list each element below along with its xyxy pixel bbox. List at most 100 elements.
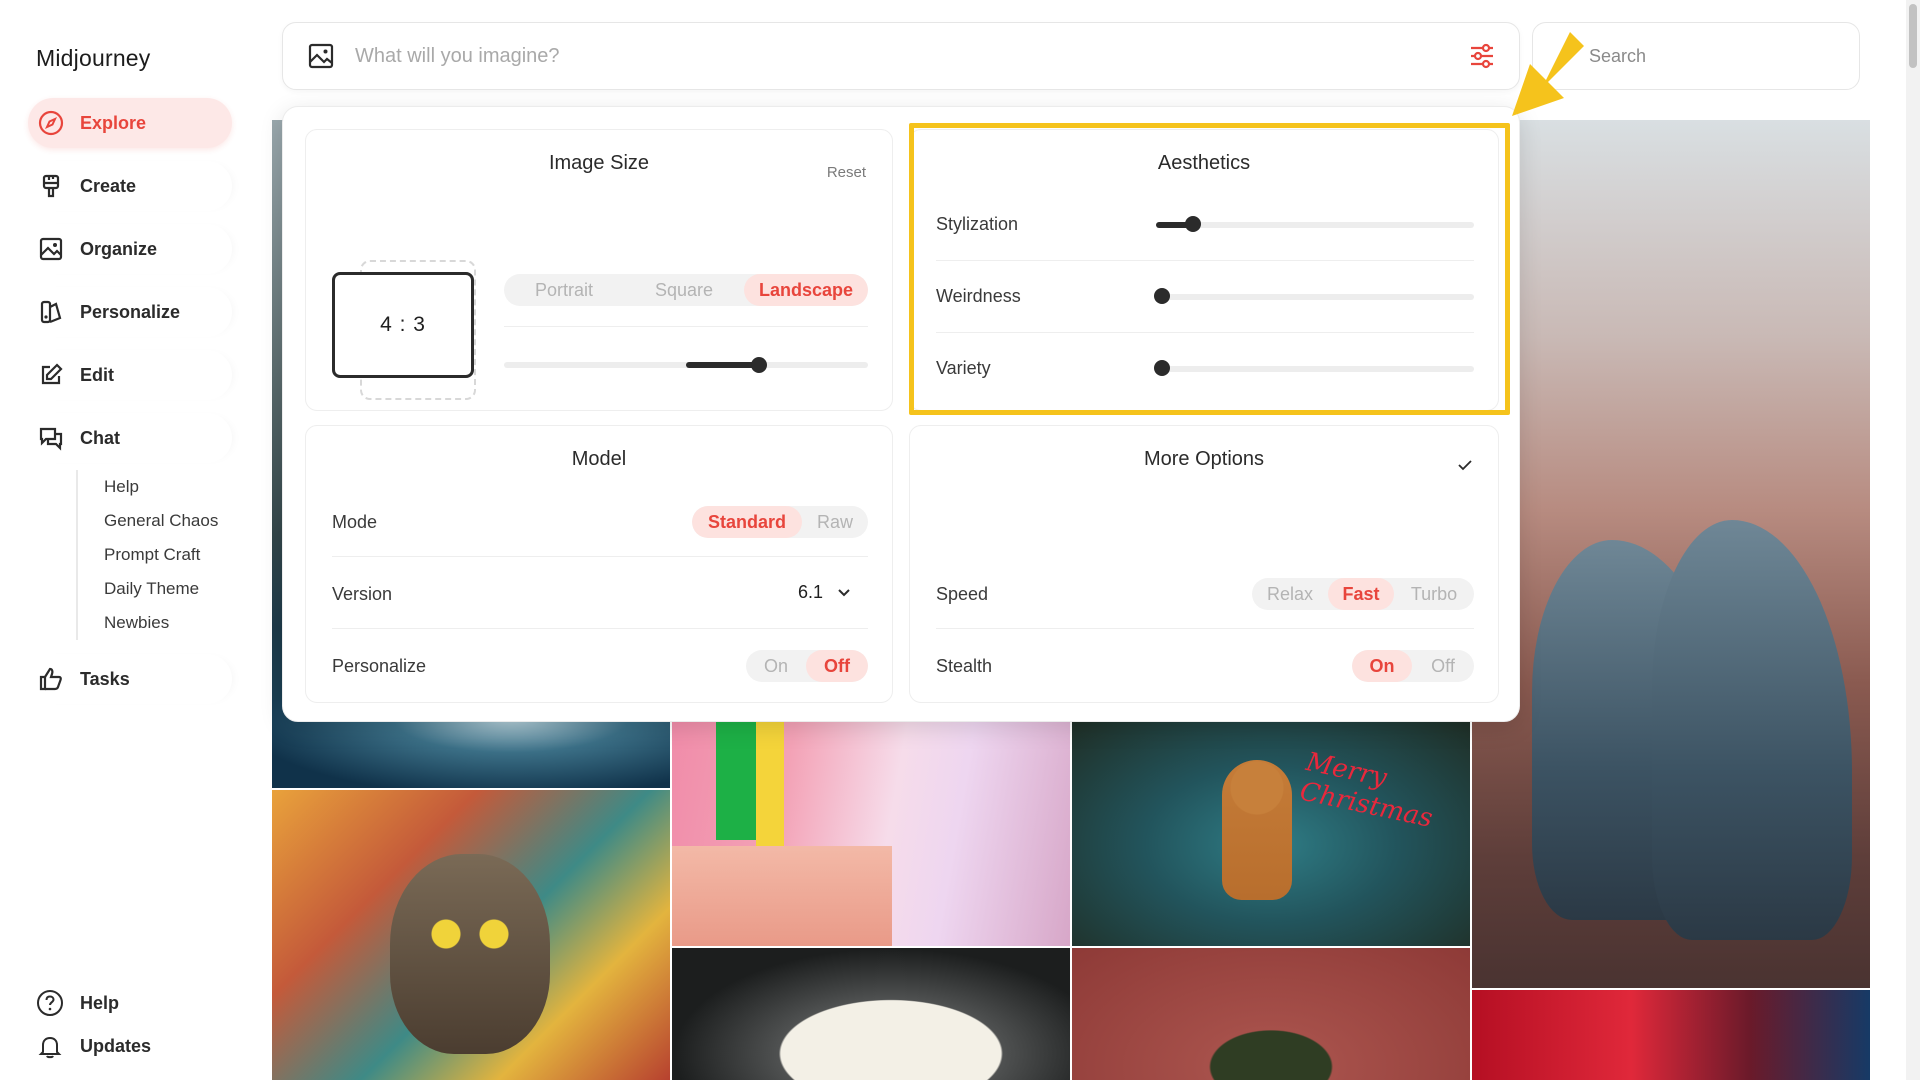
version-label: Version bbox=[332, 584, 393, 604]
orientation-square[interactable]: Square bbox=[624, 274, 744, 306]
orientation-landscape[interactable]: Landscape bbox=[744, 274, 868, 306]
personalize-label: Personalize bbox=[332, 656, 427, 676]
orientation-toggle: Portrait Square Landscape bbox=[504, 274, 868, 306]
wolf-shape bbox=[1652, 520, 1852, 940]
sidebar-item-create[interactable]: Create bbox=[28, 161, 232, 211]
stealth-label: Stealth bbox=[936, 656, 993, 676]
divider bbox=[936, 332, 1474, 333]
sidebar-item-personalize[interactable]: Personalize bbox=[28, 287, 232, 337]
chat-channel-prompt-craft[interactable]: Prompt Craft bbox=[104, 538, 232, 572]
sidebar-item-label: Edit bbox=[80, 364, 114, 385]
sidebar: Midjourney Explore Create Organize Perso… bbox=[0, 0, 272, 1080]
personalize-on[interactable]: On bbox=[746, 650, 806, 682]
sidebar-item-label: Personalize bbox=[80, 301, 181, 322]
divider bbox=[936, 260, 1474, 261]
model-card: Model Mode Standard Raw Version 6.1 Pers… bbox=[305, 425, 893, 703]
variety-slider-track[interactable] bbox=[1156, 366, 1474, 372]
sidebar-item-label: Organize bbox=[80, 238, 158, 259]
chat-channel-newbies[interactable]: Newbies bbox=[104, 606, 232, 640]
image-icon bbox=[38, 236, 64, 262]
ratio-preview: 4 : 3 bbox=[332, 272, 474, 378]
version-select[interactable]: 6.1 bbox=[798, 582, 823, 603]
tile-detail bbox=[716, 720, 756, 840]
aesthetics-card: Aesthetics Stylization Weirdness Variety bbox=[909, 129, 1499, 411]
sidebar-item-chat[interactable]: Chat bbox=[28, 413, 232, 463]
sidebar-item-tasks[interactable]: Tasks bbox=[28, 654, 232, 704]
weirdness-label: Weirdness bbox=[936, 286, 1021, 306]
sidebar-nav: Explore Create Organize Personalize Edit bbox=[28, 98, 232, 704]
search-box bbox=[1532, 22, 1860, 90]
tile-caption: Merry Christmas bbox=[1297, 747, 1436, 834]
variety-slider-thumb[interactable] bbox=[1154, 360, 1170, 376]
gallery-tile-wolves-fog[interactable] bbox=[1472, 120, 1870, 988]
orientation-portrait[interactable]: Portrait bbox=[504, 274, 624, 306]
sidebar-bottom: Help Updates bbox=[36, 986, 151, 1072]
image-size-card: Image Size Reset 4 : 3 Portrait Square L… bbox=[305, 129, 893, 411]
stealth-toggle: On Off bbox=[1352, 650, 1474, 682]
prompt-bar bbox=[282, 22, 1520, 90]
bell-icon bbox=[36, 1032, 64, 1060]
page-scrollbar[interactable] bbox=[1906, 0, 1920, 1080]
palette-icon bbox=[38, 299, 64, 325]
stealth-off[interactable]: Off bbox=[1412, 650, 1474, 682]
tile-detail bbox=[672, 846, 892, 946]
gallery-tile-neon-portrait[interactable] bbox=[1472, 990, 1870, 1080]
sidebar-item-updates[interactable]: Updates bbox=[36, 1029, 151, 1063]
sidebar-item-label: Tasks bbox=[80, 668, 130, 689]
weirdness-slider-thumb[interactable] bbox=[1154, 288, 1170, 304]
mode-label: Mode bbox=[332, 512, 378, 532]
settings-sliders-icon[interactable] bbox=[1467, 41, 1497, 71]
sidebar-item-explore[interactable]: Explore bbox=[28, 98, 232, 148]
prompt-input[interactable] bbox=[355, 44, 1467, 68]
ratio-slider-fill bbox=[686, 362, 759, 368]
image-upload-icon[interactable] bbox=[307, 42, 335, 70]
speed-relax[interactable]: Relax bbox=[1252, 578, 1328, 610]
mode-standard[interactable]: Standard bbox=[692, 506, 802, 538]
speed-label: Speed bbox=[936, 584, 989, 604]
compass-icon bbox=[38, 110, 64, 136]
cat-face bbox=[390, 854, 550, 1054]
stylization-label: Stylization bbox=[936, 214, 1019, 234]
scrollbar-thumb[interactable] bbox=[1909, 4, 1917, 68]
collapse-check-icon[interactable] bbox=[1456, 456, 1474, 474]
divider bbox=[332, 628, 868, 629]
sidebar-item-edit[interactable]: Edit bbox=[28, 350, 232, 400]
stylization-slider-track[interactable] bbox=[1156, 222, 1474, 228]
more-options-card: More Options Speed Relax Fast Turbo Stea… bbox=[909, 425, 1499, 703]
speed-turbo[interactable]: Turbo bbox=[1394, 578, 1474, 610]
gallery-tile-holly-portrait[interactable] bbox=[1072, 948, 1470, 1080]
speed-toggle: Relax Fast Turbo bbox=[1252, 578, 1474, 610]
gallery-tile-gingerbread-christmas[interactable]: Merry Christmas bbox=[1072, 720, 1470, 946]
stylization-slider-thumb[interactable] bbox=[1184, 216, 1201, 232]
more-options-title: More Options bbox=[1143, 448, 1265, 470]
reset-button[interactable]: Reset bbox=[827, 164, 866, 181]
help-circle-icon bbox=[36, 989, 64, 1017]
divider bbox=[936, 628, 1474, 629]
chevron-down-icon[interactable] bbox=[836, 584, 852, 600]
gallery-tile-cat-collage[interactable] bbox=[272, 790, 670, 1080]
model-title: Model bbox=[571, 448, 627, 470]
gingerbread-figure bbox=[1222, 760, 1292, 900]
brand-logo[interactable]: Midjourney bbox=[36, 42, 272, 74]
weirdness-slider-track[interactable] bbox=[1156, 294, 1474, 300]
personalize-off[interactable]: Off bbox=[806, 650, 868, 682]
tile-detail bbox=[756, 720, 784, 850]
chat-channel-daily-theme[interactable]: Daily Theme bbox=[104, 572, 232, 606]
sidebar-item-help[interactable]: Help bbox=[36, 986, 151, 1020]
aesthetics-title: Aesthetics bbox=[1157, 152, 1251, 174]
variety-label: Variety bbox=[936, 358, 991, 378]
mode-toggle: Standard Raw bbox=[692, 506, 868, 538]
mode-raw[interactable]: Raw bbox=[802, 506, 868, 538]
sidebar-item-label: Chat bbox=[80, 427, 120, 448]
divider bbox=[504, 326, 868, 327]
gallery-tile-white-sphere[interactable] bbox=[672, 948, 1070, 1080]
sidebar-item-organize[interactable]: Organize bbox=[28, 224, 232, 274]
stealth-on[interactable]: On bbox=[1352, 650, 1412, 682]
chat-channel-list: Help General Chaos Prompt Craft Daily Th… bbox=[76, 470, 232, 640]
ratio-slider-thumb[interactable] bbox=[750, 357, 767, 373]
settings-panel: Image Size Reset 4 : 3 Portrait Square L… bbox=[282, 106, 1520, 722]
chat-channel-general-chaos[interactable]: General Chaos bbox=[104, 504, 232, 538]
search-input[interactable] bbox=[1589, 45, 1829, 67]
speed-fast[interactable]: Fast bbox=[1328, 578, 1394, 610]
chat-channel-help[interactable]: Help bbox=[104, 470, 232, 504]
